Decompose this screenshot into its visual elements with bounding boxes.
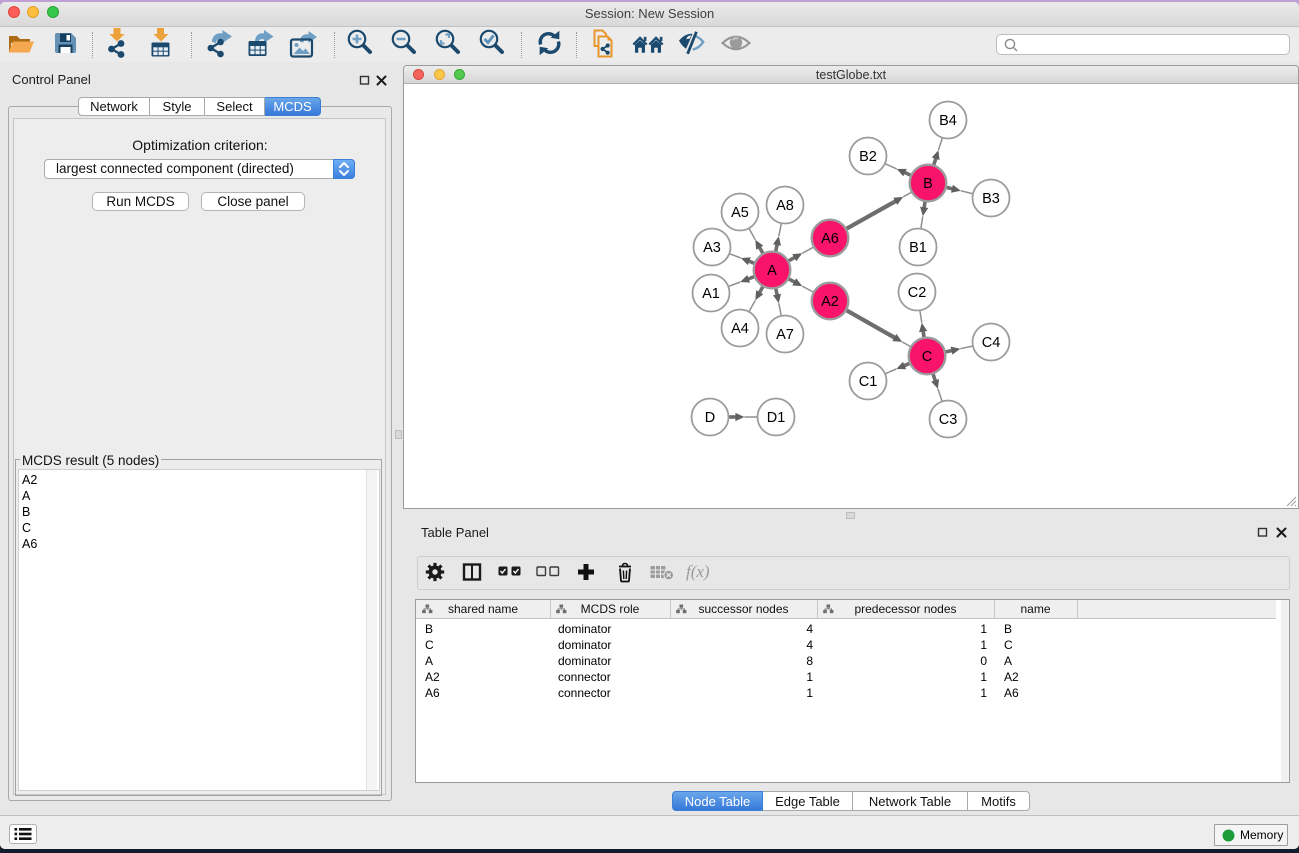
svg-text:C1: C1 bbox=[859, 374, 878, 390]
svg-text:A2: A2 bbox=[821, 294, 839, 310]
svg-text:B: B bbox=[923, 176, 933, 192]
svg-text:A7: A7 bbox=[776, 327, 794, 343]
svg-text:C: C bbox=[922, 349, 932, 365]
svg-text:A5: A5 bbox=[731, 205, 749, 221]
svg-text:C4: C4 bbox=[982, 335, 1001, 351]
svg-text:A8: A8 bbox=[776, 198, 794, 214]
svg-text:A1: A1 bbox=[702, 286, 720, 302]
svg-text:A6: A6 bbox=[821, 231, 839, 247]
svg-text:B4: B4 bbox=[939, 113, 957, 129]
svg-text:A: A bbox=[767, 263, 777, 279]
svg-text:B3: B3 bbox=[982, 191, 1000, 207]
svg-text:A3: A3 bbox=[703, 240, 721, 256]
svg-text:D: D bbox=[705, 410, 715, 426]
svg-text:B2: B2 bbox=[859, 149, 877, 165]
svg-text:A4: A4 bbox=[731, 321, 749, 337]
svg-text:C3: C3 bbox=[939, 412, 958, 428]
svg-text:B1: B1 bbox=[909, 240, 927, 256]
svg-text:C2: C2 bbox=[908, 285, 927, 301]
svg-text:D1: D1 bbox=[767, 410, 786, 426]
